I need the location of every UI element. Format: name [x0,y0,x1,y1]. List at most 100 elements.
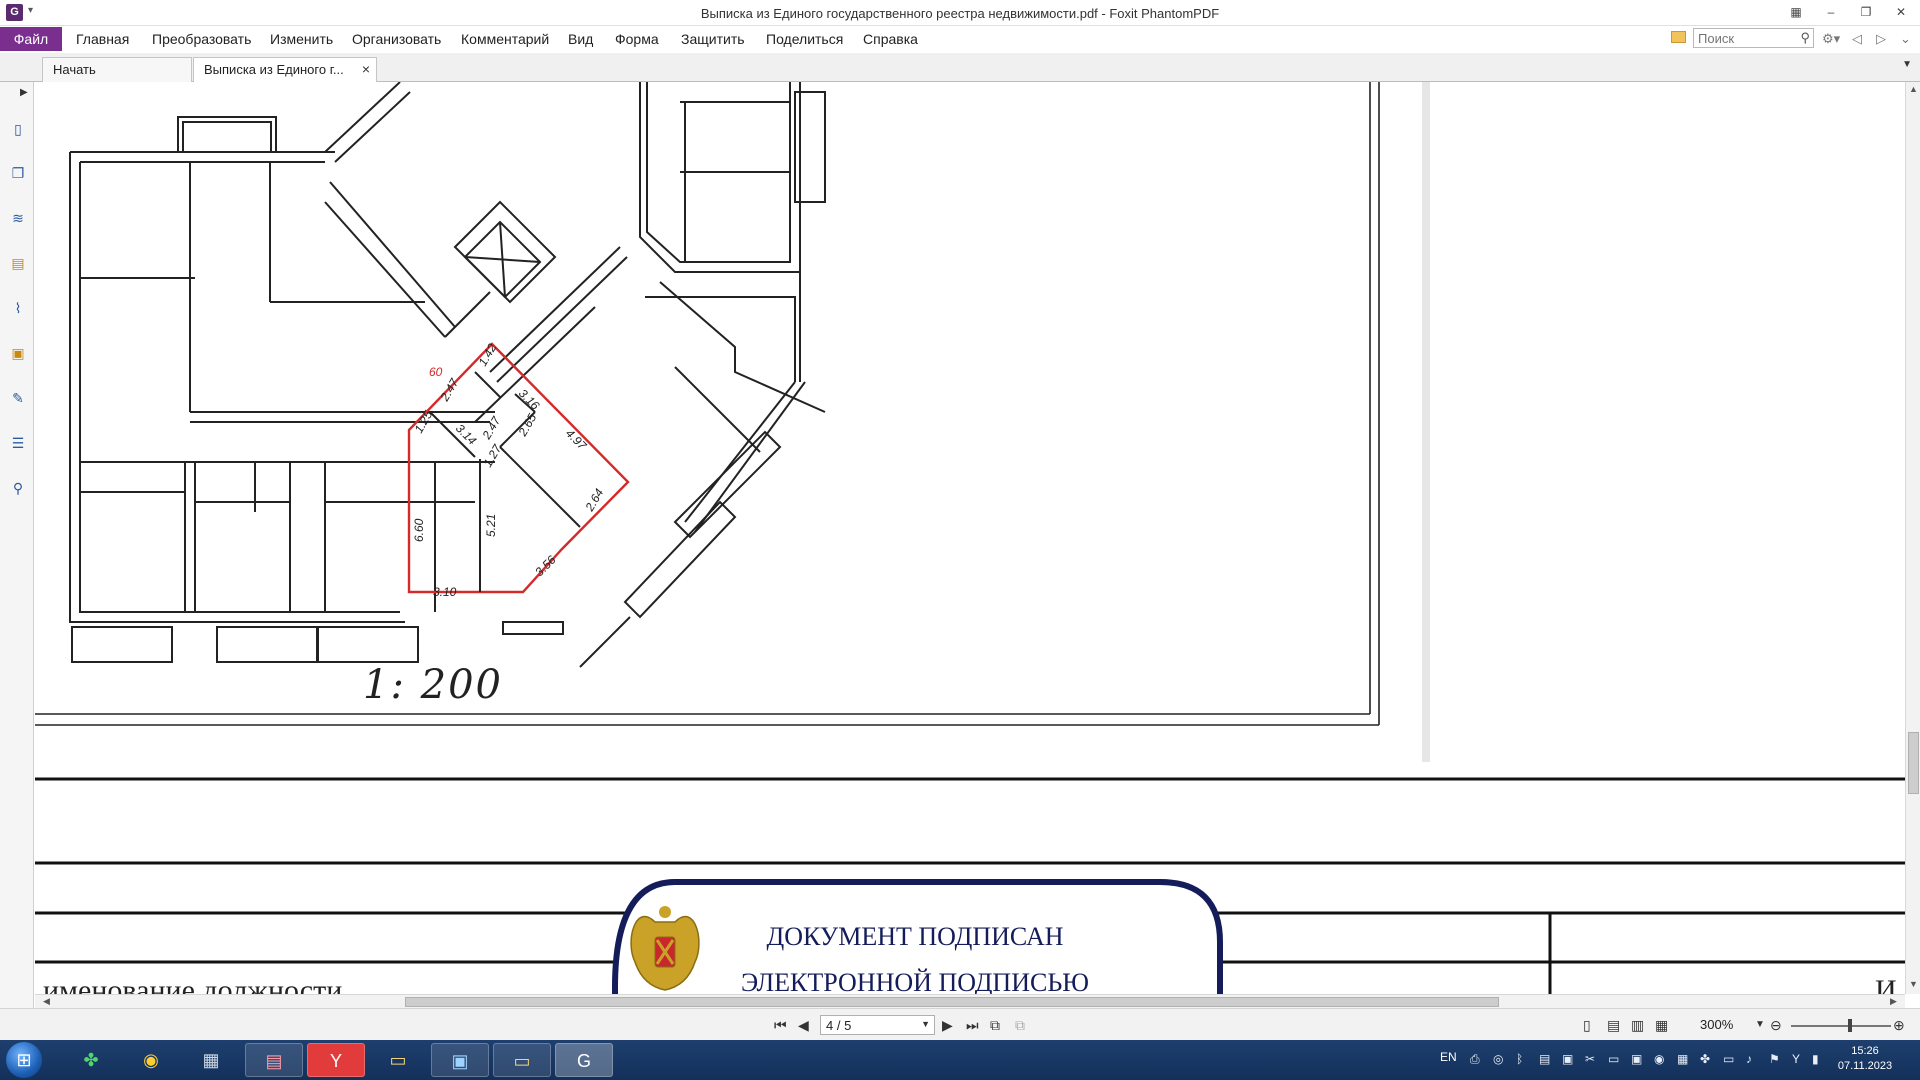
network-tray-icon[interactable]: ▦ [1677,1052,1688,1066]
security-lock-icon[interactable]: ▣ [7,342,29,364]
dim-label: 2.64 [582,486,606,514]
display-tray-icon[interactable]: ▭ [1608,1052,1619,1066]
tab-document[interactable]: Выписка из Единого г... × [193,57,377,82]
taskbar-yandex-browser-icon[interactable]: Y [307,1043,365,1077]
horizontal-scroll-thumb[interactable] [405,997,1499,1007]
vertical-scrollbar[interactable]: ▲ ▼ [1905,82,1920,994]
taskbar-folders-icon[interactable]: ▭ [493,1043,551,1077]
dim-label: 4.97 [563,426,590,453]
tab-close-icon[interactable]: × [362,58,370,81]
volume-tray-icon[interactable]: ♪ [1746,1052,1752,1066]
scroll-down-icon[interactable]: ▼ [1909,979,1918,989]
layers-icon[interactable]: ≋ [7,207,29,229]
monitor-tray-icon[interactable]: ▭ [1723,1052,1734,1066]
scroll-up-icon[interactable]: ▲ [1909,84,1918,94]
zoom-in-icon[interactable]: ⊕ [1893,1017,1905,1034]
comments-icon[interactable]: ▤ [7,252,29,274]
wifi-tray-icon[interactable]: ▮ [1812,1052,1819,1066]
zoom-level[interactable]: 300% [1700,1017,1733,1032]
taskbar-foxit-pdf-icon[interactable]: G [555,1043,613,1077]
dim-label: 3.14 [453,421,480,448]
document-viewport[interactable]: 60 1.42 2.47 3.16 1.25 3.14 2.47 2.65 4.… [35,82,1905,994]
clover-tray-icon[interactable]: ✤ [1700,1052,1710,1066]
menu-form[interactable]: Форма [615,31,659,47]
zoom-slider-track[interactable] [1791,1025,1891,1027]
next-view-icon[interactable]: ⧉ [1015,1017,1025,1034]
zoom-dropdown-icon[interactable]: ▼ [1755,1019,1765,1030]
menu-view[interactable]: Вид [568,31,593,47]
menu-home[interactable]: Главная [76,31,129,47]
single-page-view-icon[interactable]: ▯ [1583,1017,1591,1034]
menu-convert[interactable]: Преобразовать [152,31,251,47]
previous-page-icon[interactable]: ◀ [798,1017,809,1034]
zoom-out-icon[interactable]: ⊖ [1770,1017,1782,1034]
content-icon[interactable]: ☰ [7,432,29,454]
scroll-left-icon[interactable]: ◀ [43,996,50,1007]
find-folder-icon[interactable] [1671,31,1686,43]
menu-organize[interactable]: Организовать [352,31,441,47]
first-page-icon[interactable]: ⏮ [774,1017,787,1034]
restore-button[interactable]: ❐ [1855,3,1877,21]
back-arrow-icon[interactable]: ◁ [1852,31,1862,47]
signatures-icon[interactable]: ✎ [7,387,29,409]
destinations-icon[interactable]: ⚲ [7,477,29,499]
yandex-tray-icon[interactable]: Y [1792,1052,1800,1066]
continuous-view-icon[interactable]: ▤ [1607,1017,1620,1034]
forward-arrow-icon[interactable]: ▷ [1876,31,1886,47]
tab-start[interactable]: Начать [42,57,192,82]
search-field[interactable]: ⚲ [1693,28,1814,48]
ribbon-collapse-icon[interactable]: ⌄ [1900,31,1911,47]
search-icon[interactable]: ⚲ [1800,30,1810,46]
taskbar-calculator-icon[interactable]: ▦ [182,1043,240,1077]
expand-pane-icon[interactable]: ▶ [20,87,28,98]
start-button[interactable]: ⊞ [6,1042,42,1078]
dim-label: 2.65 [515,411,539,439]
continuous-facing-view-icon[interactable]: ▦ [1655,1017,1668,1034]
bluetooth-tray-icon[interactable]: ᛒ [1516,1052,1523,1066]
system-clock[interactable]: 15:26 07.11.2023 [1830,1044,1900,1074]
last-page-icon[interactable]: ⏭ [966,1017,979,1034]
printer-tray-icon[interactable]: ⎙ [1470,1052,1480,1067]
bookmarks-icon[interactable]: ▯ [7,118,29,140]
notes-tray-icon[interactable]: ▤ [1539,1052,1550,1066]
search-input[interactable] [1694,29,1790,47]
antivirus-tray-icon[interactable]: ▣ [1631,1052,1642,1066]
menu-edit[interactable]: Изменить [270,31,333,47]
page-number-field[interactable]: 4 / 5 ▼ [820,1015,935,1035]
settings-gear-icon[interactable]: ⚙▾ [1822,31,1840,47]
menu-comment[interactable]: Комментарий [461,31,549,47]
tab-list-dropdown-icon[interactable]: ▼ [1902,59,1912,70]
sync-tray-icon[interactable]: ◉ [1654,1052,1664,1066]
taskbar-chrome-icon[interactable]: ◉ [122,1043,180,1077]
clock-date: 07.11.2023 [1837,1060,1893,1072]
horizontal-scrollbar[interactable]: ◀ ▶ [35,994,1905,1008]
taskbar-remote-desktop-icon[interactable]: ▣ [431,1043,489,1077]
minimize-button[interactable]: – [1820,3,1842,21]
taskbar-winrar-icon[interactable]: ▤ [245,1043,303,1077]
security-tray-icon[interactable]: ▣ [1562,1052,1573,1066]
zoom-slider-knob[interactable] [1848,1019,1852,1032]
position-field-label: именование должности [43,974,343,994]
vertical-scroll-thumb[interactable] [1908,732,1919,794]
ribbon-layout-icon[interactable]: ▦ [1785,3,1807,21]
page-thumbnails-icon[interactable]: ❐ [7,162,29,184]
menu-protect[interactable]: Защитить [681,31,745,47]
attachments-icon[interactable]: ⌇ [7,297,29,319]
page-dropdown-icon[interactable]: ▼ [921,1019,930,1029]
next-page-icon[interactable]: ▶ [942,1017,953,1034]
tools-tray-icon[interactable]: ✂ [1585,1052,1595,1066]
action-center-flag-icon[interactable]: ⚑ [1769,1052,1780,1066]
menu-file[interactable]: Файл [0,27,62,51]
messenger-tray-icon[interactable]: ◎ [1493,1052,1503,1066]
menu-help[interactable]: Справка [863,31,918,47]
scroll-right-icon[interactable]: ▶ [1890,996,1897,1007]
taskbar-clover-app-icon[interactable]: ✤ [62,1043,120,1077]
taskbar: ⊞ ✤ ◉ ▦ ▤ Y ▭ ▣ ▭ G EN ⎙ ◎ ᛒ ▤ ▣ ✂ ▭ ▣ ◉… [0,1040,1920,1080]
menu-share[interactable]: Поделиться [766,31,843,47]
facing-view-icon[interactable]: ▥ [1631,1017,1644,1034]
language-indicator[interactable]: EN [1440,1050,1457,1064]
previous-view-icon[interactable]: ⧉ [990,1017,1000,1034]
taskbar-explorer-icon[interactable]: ▭ [369,1043,427,1077]
close-button[interactable]: ✕ [1890,3,1912,21]
stamp-subtitle: ЭЛЕКТРОННОЙ ПОДПИСЬЮ [741,968,1089,994]
